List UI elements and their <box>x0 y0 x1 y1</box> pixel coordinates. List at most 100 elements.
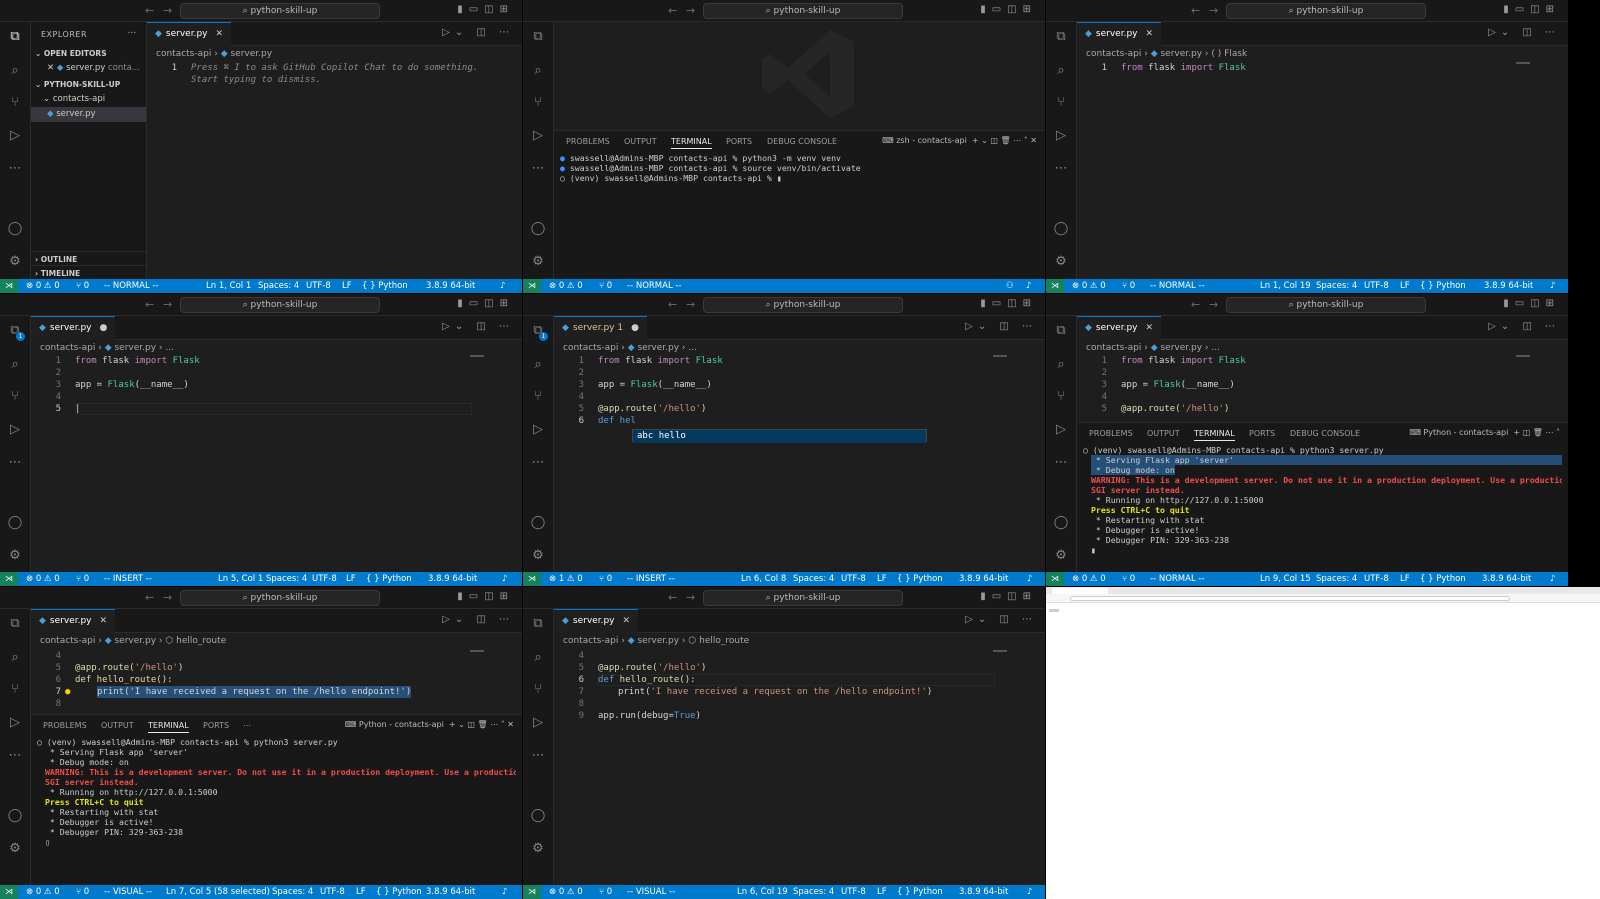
tab-server-py[interactable]: ◆ server.py ✕ <box>1077 316 1162 340</box>
line-ending[interactable]: LF <box>356 885 366 899</box>
outline-header[interactable]: › OUTLINE <box>31 251 146 266</box>
ports-count[interactable]: ⑂ 0 <box>76 572 89 586</box>
terminal-output[interactable]: ○ (venv) swassell@Admins-MBP contacts-ap… <box>1083 445 1562 555</box>
layout-icons[interactable]: ▮▭◫⊞ <box>457 591 514 602</box>
more-icon[interactable]: ⋯ <box>529 160 547 178</box>
ports-count[interactable]: ⑂ 0 <box>1122 279 1135 293</box>
ports-count[interactable]: ⑂ 0 <box>599 572 612 586</box>
source-control-icon[interactable]: ⑂ <box>529 681 547 699</box>
ports-count[interactable]: ⑂ 0 <box>76 885 89 899</box>
command-center-search[interactable]: ⌕ python-skill-up <box>180 590 380 606</box>
layout-icons[interactable]: ▮▭◫⊞ <box>980 298 1037 309</box>
cursor-position[interactable]: Ln 1, Col 1 <box>206 279 251 293</box>
line-ending[interactable]: LF <box>1400 572 1410 586</box>
code-editor[interactable]: 4 5 @app.route('/hello') 6 def hello_route… <box>31 650 522 712</box>
tab-debug-console[interactable]: DEBUG CONSOLE <box>1290 429 1360 438</box>
tab-debug-console[interactable]: DEBUG CONSOLE <box>767 137 837 146</box>
source-control-icon[interactable]: ⑂ <box>6 388 24 406</box>
tab-server-py[interactable]: ◆ server.py ✕ <box>147 22 232 46</box>
settings-gear-icon[interactable]: ⚙ <box>529 253 547 271</box>
tab-ports[interactable]: PORTS <box>1249 429 1275 438</box>
code-editor[interactable]: 1 Press ⌘ I to ask GitHub Copilot Chat to… <box>147 62 522 262</box>
open-editors-header[interactable]: ⌄ OPEN EDITORS <box>31 46 146 61</box>
language-mode[interactable]: { } Python <box>1420 572 1466 586</box>
code-editor[interactable]: 1 from flask import Flask 2 3 app = Flask(… <box>1077 355 1568 421</box>
account-icon[interactable]: ◯ <box>1052 514 1070 532</box>
remote-icon[interactable]: ⋊ <box>523 279 541 293</box>
file-item[interactable]: ◆ server.py <box>31 107 146 122</box>
search-icon[interactable]: ⌕ <box>529 649 547 667</box>
encoding[interactable]: UTF-8 <box>306 279 331 293</box>
tab-terminal[interactable]: TERMINAL <box>671 137 712 149</box>
cursor-position[interactable]: Ln 1, Col 19 <box>1260 279 1311 293</box>
run-debug-icon[interactable]: ▷ <box>1052 421 1070 439</box>
bell-icon[interactable]: ♪ <box>500 279 505 293</box>
explorer-icon[interactable]: ⧉ 1 <box>529 322 548 341</box>
settings-gear-icon[interactable]: ⚙ <box>1052 547 1070 565</box>
cursor-position[interactable]: Ln 7, Col 5 (58 selected) <box>166 885 270 899</box>
remote-icon[interactable]: ⋊ <box>0 572 18 586</box>
problems-count[interactable]: ⊗ 0 ⚠ 0 <box>1072 279 1106 293</box>
lightbulb-icon[interactable]: ● <box>65 686 70 698</box>
tab-problems[interactable]: PROBLEMS <box>566 137 610 146</box>
tab-output[interactable]: OUTPUT <box>101 721 134 730</box>
explorer-icon[interactable]: ⧉ <box>6 615 24 633</box>
open-editor-item[interactable]: ✕ ◆ server.py conta... <box>31 61 146 76</box>
settings-gear-icon[interactable]: ⚙ <box>6 840 24 858</box>
autocomplete-widget[interactable]: abc hello <box>632 429 927 443</box>
back-icon[interactable]: ← <box>145 4 154 17</box>
command-center-search[interactable]: ⌕ python-skill-up <box>703 297 903 313</box>
indentation[interactable]: Spaces: 4 <box>1316 572 1357 586</box>
source-control-icon[interactable]: ⑂ <box>529 94 547 112</box>
account-icon[interactable]: ⚇ <box>1006 279 1014 293</box>
unsaved-dot-icon[interactable]: ● <box>100 323 108 333</box>
forward-icon[interactable]: → <box>163 591 172 604</box>
more-icon[interactable]: ⋯ <box>6 160 24 178</box>
indentation[interactable]: Spaces: 4 <box>258 279 299 293</box>
account-icon[interactable]: ◯ <box>6 807 24 825</box>
tab-server-py[interactable]: ◆ server.py ✕ <box>554 609 639 633</box>
more-icon[interactable]: ⋯ <box>6 454 24 472</box>
explorer-more-icon[interactable]: ⋯ <box>128 28 137 38</box>
terminal-actions[interactable]: ⌨ Python - contacts-api + ⌄ ◫ 🗑 ⋯ ˄ ✕ <box>345 720 514 729</box>
layout-icons[interactable]: ▮▭◫⊞ <box>980 4 1037 15</box>
editor-actions[interactable]: ▷⌄ ◫ ⋯ <box>965 614 1037 625</box>
remote-icon[interactable]: ⋊ <box>0 885 18 899</box>
minimap[interactable] <box>470 355 484 357</box>
editor-actions[interactable]: ▷⌄ ◫ ⋯ <box>442 321 514 332</box>
settings-gear-icon[interactable]: ⚙ <box>1052 253 1070 271</box>
indentation[interactable]: Spaces: 4 <box>793 572 834 586</box>
account-icon[interactable]: ◯ <box>529 514 547 532</box>
editor-actions[interactable]: ▷⌄ ◫ ⋯ <box>1488 321 1560 332</box>
back-icon[interactable]: ← <box>1191 298 1200 311</box>
cursor-position[interactable]: Ln 5, Col 1 <box>218 572 263 586</box>
tab-problems[interactable]: PROBLEMS <box>43 721 87 730</box>
source-control-icon[interactable]: ⑂ <box>1052 388 1070 406</box>
remote-icon[interactable]: ⋊ <box>523 885 541 899</box>
encoding[interactable]: UTF-8 <box>312 572 337 586</box>
problems-count[interactable]: ⊗ 0 ⚠ 0 <box>26 885 60 899</box>
close-icon[interactable]: ✕ <box>100 616 108 626</box>
bell-icon[interactable]: ♪ <box>1550 279 1555 293</box>
language-mode[interactable]: { } Python <box>362 279 408 293</box>
python-interpreter[interactable]: 3.8.9 64-bit <box>959 885 1008 899</box>
minimap[interactable] <box>993 355 1007 357</box>
forward-icon[interactable]: → <box>163 298 172 311</box>
ports-count[interactable]: ⑂ 0 <box>599 885 612 899</box>
explorer-icon[interactable]: ⧉ <box>6 28 24 46</box>
bell-icon[interactable]: ♪ <box>502 885 507 899</box>
tab-output[interactable]: OUTPUT <box>1147 429 1180 438</box>
problems-count[interactable]: ⊗ 0 ⚠ 0 <box>549 279 583 293</box>
bell-icon[interactable]: ♪ <box>1550 572 1555 586</box>
account-icon[interactable]: ◯ <box>1052 220 1070 238</box>
close-icon[interactable]: ✕ <box>1146 29 1154 39</box>
ports-count[interactable]: ⑂ 0 <box>1122 572 1135 586</box>
layout-icons[interactable]: ▮▭◫⊞ <box>1503 298 1560 309</box>
problems-count[interactable]: ⊗ 0 ⚠ 0 <box>26 279 60 293</box>
run-debug-icon[interactable]: ▷ <box>6 127 24 145</box>
search-icon[interactable]: ⌕ <box>1052 356 1070 374</box>
bell-icon[interactable]: ♪ <box>1026 279 1031 293</box>
minimap[interactable] <box>1516 62 1530 64</box>
settings-gear-icon[interactable]: ⚙ <box>6 253 24 271</box>
forward-icon[interactable]: → <box>1209 4 1218 17</box>
